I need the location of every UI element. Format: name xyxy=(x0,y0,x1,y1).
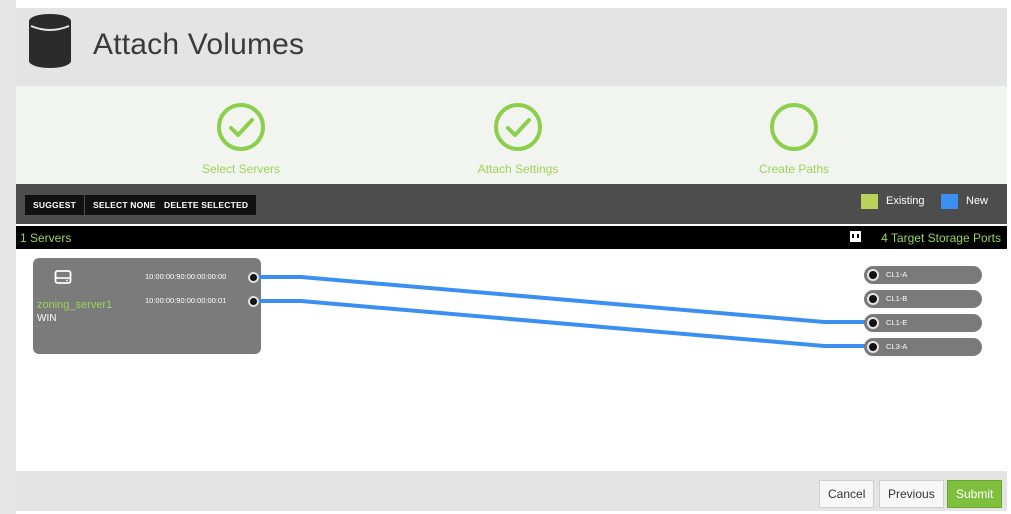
dialog-header: Attach Volumes xyxy=(16,8,1007,86)
empty-circle-icon xyxy=(770,103,818,151)
count-bar: 1 Servers 4 Target Storage Ports xyxy=(16,226,1007,249)
submit-button[interactable]: Submit xyxy=(947,480,1003,508)
wizard-steps: Select Servers Attach Settings Create Pa… xyxy=(16,86,1007,184)
target-port-label: CL1-B xyxy=(886,294,908,303)
wwn-label: 10:00:00:90:00:00:00:00 xyxy=(145,272,227,281)
page-title: Attach Volumes xyxy=(93,28,305,61)
step-label: Select Servers xyxy=(201,162,281,176)
left-edge-strip xyxy=(0,0,16,514)
server-card[interactable]: zoning_server1 WIN 10:00:00:90:00:00:00:… xyxy=(33,258,261,354)
target-port[interactable]: CL3-A xyxy=(864,338,982,356)
initiator-port-dot[interactable] xyxy=(248,272,259,283)
target-port[interactable]: CL1-B xyxy=(864,290,982,308)
target-port[interactable]: CL1-E xyxy=(864,314,982,332)
cancel-button[interactable]: Cancel xyxy=(819,480,875,508)
target-port-label: CL1-A xyxy=(886,270,908,279)
target-port-label: CL3-A xyxy=(886,342,908,351)
delete-selected-button[interactable]: DELETE SELECTED xyxy=(156,195,257,215)
step-label: Create Paths xyxy=(758,162,830,176)
suggest-button[interactable]: SUGGEST xyxy=(25,195,84,215)
target-port-dot xyxy=(867,317,879,329)
server-count: 1 Servers xyxy=(20,231,72,245)
hard-drive-icon xyxy=(54,270,72,284)
attach-volumes-dialog: Attach Volumes Select Servers Attach Set… xyxy=(16,8,1007,511)
target-port[interactable]: CL1-A xyxy=(864,266,982,284)
step-label: Attach Settings xyxy=(477,162,559,176)
path-link-new xyxy=(259,275,871,324)
initiator-port-dot[interactable] xyxy=(248,296,259,307)
step-create-paths[interactable]: Create Paths xyxy=(694,86,894,184)
check-circle-icon xyxy=(494,103,542,151)
wwn-label: 10:00:00:90:00:00:00:01 xyxy=(145,296,227,305)
legend-new-label: New xyxy=(966,195,989,207)
path-link-new xyxy=(259,299,871,348)
legend-existing-label: Existing xyxy=(886,195,925,207)
target-port-dot xyxy=(867,293,879,305)
target-port-count: 4 Target Storage Ports xyxy=(881,231,1001,245)
select-none-button[interactable]: SELECT NONE xyxy=(85,195,164,215)
path-canvas: zoning_server1 WIN 10:00:00:90:00:00:00:… xyxy=(16,249,1007,471)
previous-button[interactable]: Previous xyxy=(879,480,944,508)
paths-toolbar: SUGGEST SELECT NONE DELETE SELECTED Exis… xyxy=(16,184,1007,224)
step-attach-settings[interactable]: Attach Settings xyxy=(418,86,618,184)
target-port-dot xyxy=(867,341,879,353)
server-name: zoning_server1 xyxy=(37,299,113,311)
legend-new-swatch xyxy=(941,194,958,209)
target-port-dot xyxy=(867,269,879,281)
server-os: WIN xyxy=(37,313,57,324)
database-icon xyxy=(29,14,71,68)
step-select-servers[interactable]: Select Servers xyxy=(141,86,341,184)
check-circle-icon xyxy=(217,103,265,151)
dialog-footer: Cancel Previous Submit xyxy=(16,471,1007,511)
target-port-label: CL1-E xyxy=(886,318,908,327)
legend-existing-swatch xyxy=(861,194,878,209)
port-icon xyxy=(850,231,861,242)
